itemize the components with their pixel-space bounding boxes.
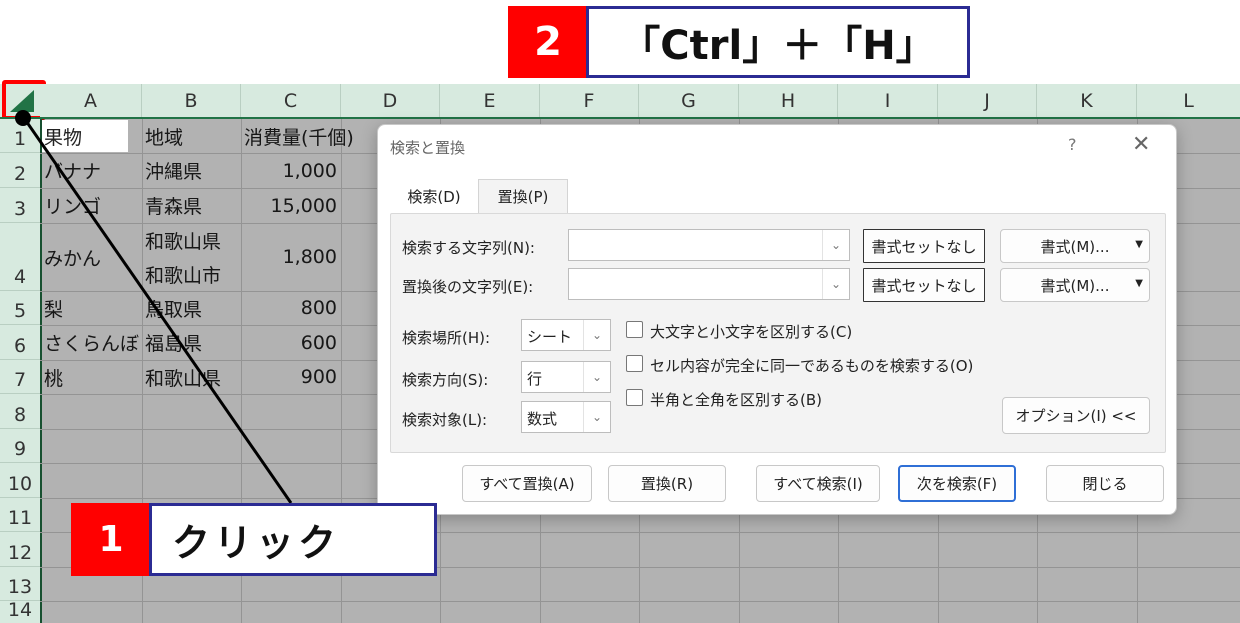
find-no-format-button[interactable]: 書式セットなし xyxy=(863,229,985,263)
replace-format-button[interactable]: 書式(M)... ▼ xyxy=(1000,268,1150,302)
chevron-down-icon[interactable]: ⌄ xyxy=(583,362,610,392)
look-in-value: 数式 xyxy=(527,410,558,428)
within-label: 検索場所(H): xyxy=(402,329,491,347)
match-byte-checkbox[interactable] xyxy=(626,389,643,406)
tab-replace[interactable]: 置換(P) xyxy=(478,179,568,213)
caret-down-icon: ▼ xyxy=(1135,278,1143,289)
match-case-checkbox[interactable] xyxy=(626,321,643,338)
replace-no-format-button[interactable]: 書式セットなし xyxy=(863,268,985,302)
dialog-title: 検索と置換 xyxy=(390,139,466,157)
find-next-button[interactable]: 次を検索(F) xyxy=(898,465,1016,502)
within-value: シート xyxy=(527,328,573,346)
look-in-select[interactable]: 数式 ⌄ xyxy=(521,401,611,433)
replace-button[interactable]: 置換(R) xyxy=(608,465,726,502)
search-direction-label: 検索方向(S): xyxy=(402,371,489,389)
find-what-label: 検索する文字列(N): xyxy=(402,239,535,257)
options-button[interactable]: オプション(I) << xyxy=(1002,397,1150,434)
search-direction-value: 行 xyxy=(527,370,543,388)
pointer-dot-icon xyxy=(15,110,31,126)
match-byte-label: 半角と全角を区別する(B) xyxy=(650,391,822,409)
help-icon[interactable]: ? xyxy=(1068,135,1077,154)
chevron-down-icon[interactable]: ⌄ xyxy=(583,402,610,432)
match-entire-label: セル内容が完全に同一であるものを検索する(O) xyxy=(650,357,974,375)
step-1-badge: 1 xyxy=(71,503,151,576)
caret-down-icon: ▼ xyxy=(1135,239,1143,250)
find-format-label: 書式(M)... xyxy=(1040,237,1110,256)
chevron-down-icon[interactable]: ⌄ xyxy=(822,230,849,260)
replace-format-label: 書式(M)... xyxy=(1040,276,1110,295)
replace-all-button[interactable]: すべて置換(A) xyxy=(462,465,592,502)
chevron-down-icon[interactable]: ⌄ xyxy=(822,269,849,299)
chevron-down-icon[interactable]: ⌄ xyxy=(583,320,610,350)
match-entire-checkbox[interactable] xyxy=(626,355,643,372)
close-icon[interactable]: ✕ xyxy=(1132,132,1150,157)
search-direction-select[interactable]: 行 ⌄ xyxy=(521,361,611,393)
tab-find[interactable]: 検索(D) xyxy=(392,179,476,213)
close-button[interactable]: 閉じる xyxy=(1046,465,1164,502)
find-replace-dialog: 検索と置換 ? ✕ 検索(D) 置換(P) 検索する文字列(N): ⌄ 書式セッ… xyxy=(377,124,1177,515)
within-select[interactable]: シート ⌄ xyxy=(521,319,611,351)
replace-with-input[interactable]: ⌄ xyxy=(568,268,850,300)
step-1-click-label: クリック xyxy=(149,503,437,576)
match-case-label: 大文字と小文字を区別する(C) xyxy=(650,323,853,341)
find-format-button[interactable]: 書式(M)... ▼ xyxy=(1000,229,1150,263)
find-all-button[interactable]: すべて検索(I) xyxy=(756,465,880,502)
replace-with-label: 置換後の文字列(E): xyxy=(402,278,534,296)
look-in-label: 検索対象(L): xyxy=(402,411,488,429)
find-what-input[interactable]: ⌄ xyxy=(568,229,850,261)
